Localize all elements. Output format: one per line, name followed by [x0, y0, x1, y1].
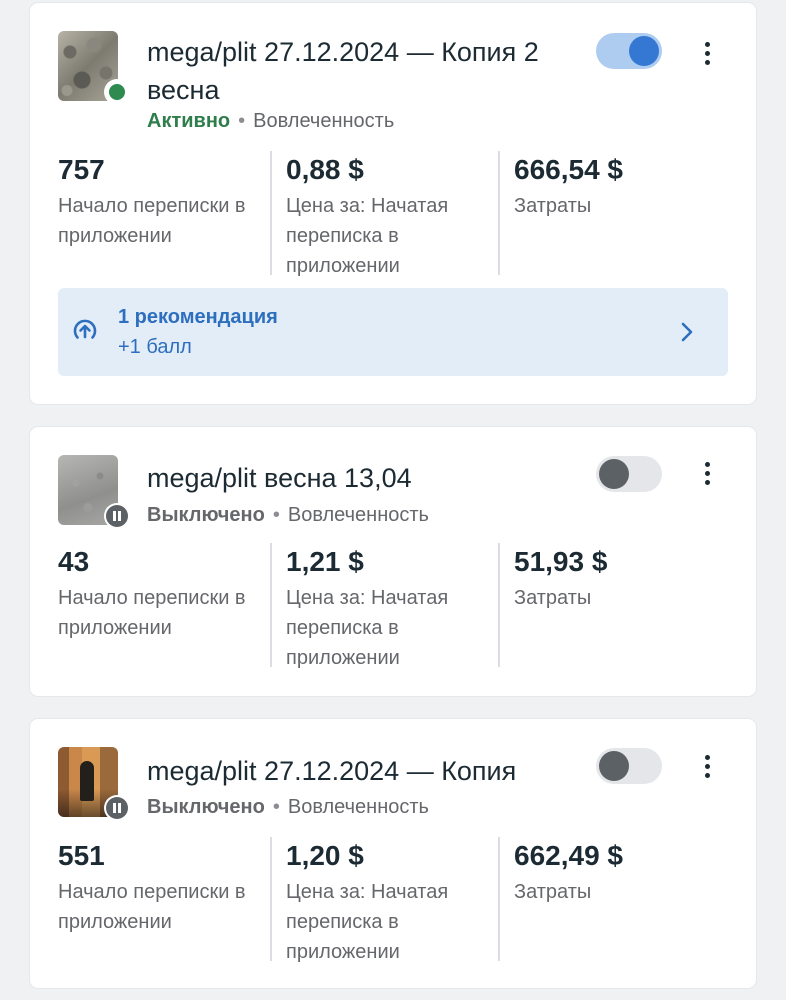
metric-label: Затраты: [514, 195, 592, 217]
metric-value: 757: [58, 154, 105, 185]
metric-divider: [270, 151, 272, 275]
metric-results: 757 Начало переписки в приложении: [58, 153, 270, 277]
metric-label: Цена за: Начатая переписка в приложении: [286, 195, 449, 277]
metric-divider: [498, 151, 500, 275]
metric-results: 551 Начало переписки в приложении: [58, 839, 270, 963]
metric-divider: [498, 837, 500, 961]
campaign-thumbnail: [58, 747, 130, 821]
campaign-toggle[interactable]: [596, 33, 662, 69]
metric-value: 1,20 $: [286, 840, 364, 871]
campaign-title: mega/plit весна 13,04: [147, 463, 412, 493]
campaign-card[interactable]: mega/plit 27.12.2024 — Копия Выключено • В…: [30, 719, 756, 988]
campaign-card[interactable]: mega/plit весна 13,04 Выключено • Вовлечен…: [30, 427, 756, 696]
metric-label: Начало переписки в приложении: [58, 587, 246, 639]
metric-value: 43: [58, 546, 90, 577]
toggle-knob: [599, 751, 629, 781]
campaign-meta: Активно • Вовлеченность: [147, 108, 394, 134]
metric-divider: [270, 543, 272, 667]
metric-value: 666,54 $: [514, 154, 623, 185]
meta-separator: •: [238, 110, 246, 132]
metric-spend: 666,54 $ Затраты: [514, 153, 726, 277]
meta-separator: •: [272, 796, 280, 818]
recommendation-subtitle: +1 балл: [118, 336, 192, 358]
arrow-up-circle-icon: [73, 319, 97, 339]
campaign-thumbnail: [58, 31, 130, 105]
metric-label: Затраты: [514, 881, 592, 903]
status-label: Выключено: [147, 504, 265, 526]
status-label: Активно: [147, 110, 231, 132]
campaign-toggle[interactable]: [596, 456, 662, 492]
campaign-card[interactable]: mega/plit 27.12.2024 — Копия 2 весна Акт…: [30, 3, 756, 404]
metric-cost-per-result: 0,88 $ Цена за: Начатая переписка в прил…: [286, 153, 498, 277]
recommendation-banner[interactable]: 1 рекомендация +1 балл: [58, 288, 728, 376]
metric-value: 1,21 $: [286, 546, 364, 577]
campaign-title: mega/plit 27.12.2024 — Копия 2 весна: [147, 37, 539, 105]
metric-spend: 662,49 $ Затраты: [514, 839, 726, 963]
more-options-icon[interactable]: [694, 457, 722, 491]
metric-value: 51,93 $: [514, 546, 608, 577]
metric-value: 551: [58, 840, 105, 871]
pause-icon: [104, 795, 130, 821]
metric-divider: [498, 543, 500, 667]
campaign-meta: Выключено • Вовлеченность: [147, 502, 429, 528]
metric-label: Начало переписки в приложении: [58, 195, 246, 247]
metrics-row: 757 Начало переписки в приложении 0,88 $…: [58, 151, 742, 277]
pause-icon: [104, 503, 130, 529]
campaign-title: mega/plit 27.12.2024 — Копия: [147, 756, 517, 786]
metrics-row: 551 Начало переписки в приложении 1,20 $…: [58, 837, 742, 963]
toggle-knob: [629, 36, 659, 66]
metric-divider: [270, 837, 272, 961]
chevron-right-icon[interactable]: [678, 321, 696, 343]
status-label: Выключено: [147, 796, 265, 818]
metric-label: Цена за: Начатая переписка в приложении: [286, 587, 449, 669]
metric-results: 43 Начало переписки в приложении: [58, 545, 270, 669]
campaign-thumbnail: [58, 455, 130, 529]
active-dot-icon: [104, 79, 130, 105]
more-options-icon[interactable]: [694, 750, 722, 784]
recommendation-title: 1 рекомендация: [118, 306, 278, 328]
metric-label: Начало переписки в приложении: [58, 881, 246, 933]
toggle-knob: [599, 459, 629, 489]
more-options-icon[interactable]: [694, 37, 722, 71]
meta-separator: •: [272, 504, 280, 526]
objective-label: Вовлеченность: [253, 110, 395, 132]
metric-value: 0,88 $: [286, 154, 364, 185]
metric-label: Цена за: Начатая переписка в приложении: [286, 881, 449, 963]
metric-value: 662,49 $: [514, 840, 623, 871]
metric-cost-per-result: 1,21 $ Цена за: Начатая переписка в прил…: [286, 545, 498, 669]
objective-label: Вовлеченность: [287, 796, 429, 818]
metrics-row: 43 Начало переписки в приложении 1,21 $ …: [58, 543, 742, 669]
metric-cost-per-result: 1,20 $ Цена за: Начатая переписка в прил…: [286, 839, 498, 963]
campaign-toggle[interactable]: [596, 748, 662, 784]
campaign-meta: Выключено • Вовлеченность: [147, 794, 429, 820]
metric-label: Затраты: [514, 587, 592, 609]
objective-label: Вовлеченность: [287, 504, 429, 526]
metric-spend: 51,93 $ Затраты: [514, 545, 726, 669]
